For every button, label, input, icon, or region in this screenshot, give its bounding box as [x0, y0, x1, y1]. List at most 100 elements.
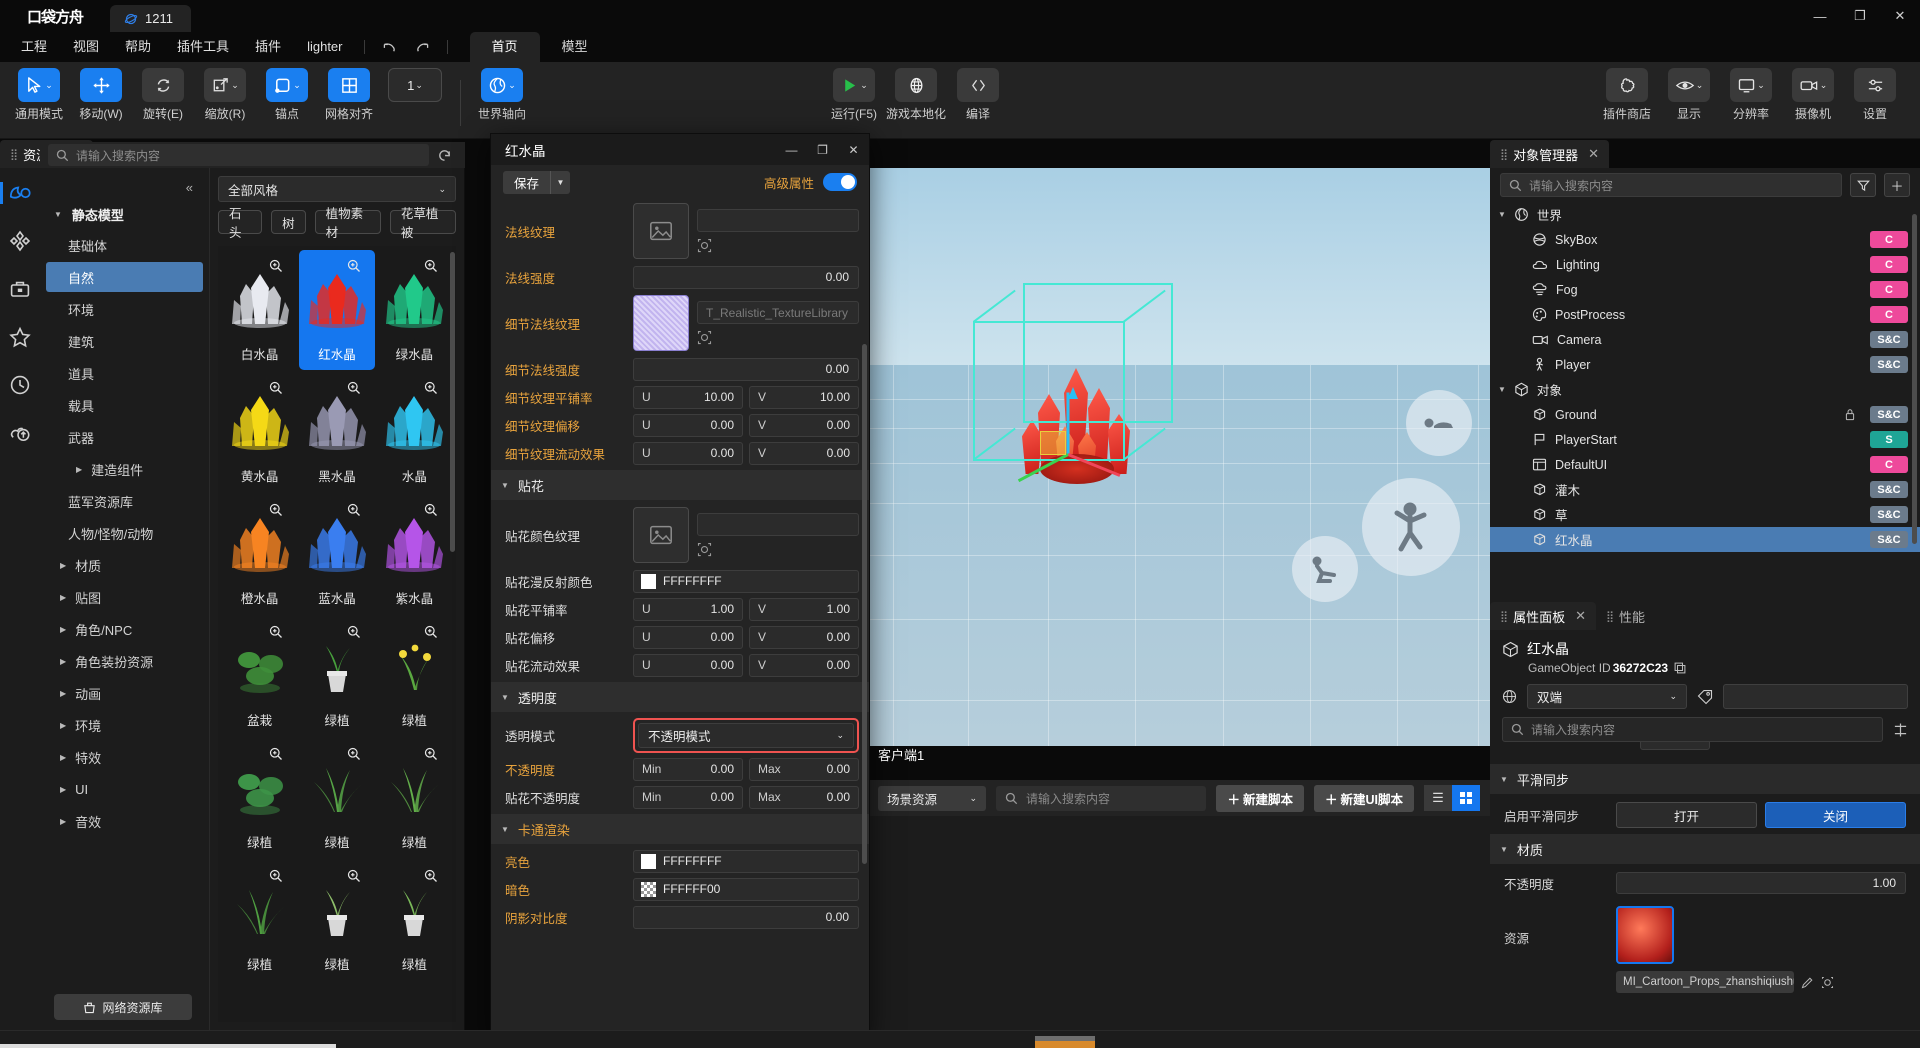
sort-icon[interactable] — [1893, 722, 1908, 738]
network-library-button[interactable]: 网络资源库 — [54, 994, 192, 1020]
tool-display[interactable]: ⌄ 显示 — [1658, 68, 1720, 122]
value-input[interactable]: 0.00 — [633, 265, 859, 289]
color-swatch[interactable] — [641, 853, 656, 869]
menu-item-help[interactable]: 帮助 — [112, 32, 164, 62]
color-swatch[interactable] — [641, 573, 656, 589]
tree-item-row[interactable]: SkyBox C — [1490, 227, 1920, 252]
tab-model[interactable]: 模型 — [540, 32, 610, 62]
texture-path[interactable]: T_Realistic_TextureLibrary — [697, 301, 859, 324]
tool-rotate[interactable]: 旋转(E) — [132, 68, 194, 122]
texture-picker-icon[interactable] — [697, 238, 859, 253]
rail-recent-icon[interactable] — [3, 368, 37, 402]
material-maximize-button[interactable]: ❐ — [807, 134, 838, 165]
value-input[interactable]: 0.00 — [633, 357, 859, 381]
tab-home[interactable]: 首页 — [469, 32, 540, 62]
asset-item[interactable]: 紫水晶 — [377, 494, 452, 614]
tool-move[interactable]: 移动(W) — [70, 68, 132, 122]
tool-compile[interactable]: 编译 — [947, 68, 1009, 122]
tab-property-panel[interactable]: ⣿ 属性面板 ✕ — [1490, 602, 1596, 630]
tool-localization[interactable]: 游戏本地化 — [885, 68, 947, 122]
tree-item-row[interactable]: PostProcess C — [1490, 302, 1920, 327]
tree-item-row[interactable]: Lighting C — [1490, 252, 1920, 277]
color-input[interactable]: FFFFFFFF — [633, 849, 859, 873]
rail-assets-icon[interactable] — [0, 176, 37, 210]
drag-handle-icon[interactable]: ⣿ — [1500, 148, 1508, 161]
category-item-13[interactable]: ▶ 角色装扮资源 — [46, 646, 203, 676]
asset-item[interactable]: 绿植 — [222, 860, 297, 980]
asset-item[interactable]: 绿植 — [377, 616, 452, 736]
texture-slot[interactable] — [633, 295, 689, 351]
u-input[interactable]: U 10.00 — [633, 385, 743, 409]
hud-jump-button[interactable] — [1362, 478, 1460, 576]
pencil-icon[interactable] — [1801, 976, 1814, 989]
chip-stone[interactable]: 石头 — [218, 207, 263, 240]
material-properties-list[interactable]: 法线纹理 法线强度 0.00 细节法线纹理 T_Realistic_TextureLib… — [491, 199, 869, 1037]
menu-item-plugin-tools[interactable]: 插件工具 — [164, 32, 242, 62]
asset-item[interactable]: 盆栽 — [222, 616, 297, 736]
section-smooth-sync[interactable]: ▼ 平滑同步 — [1490, 764, 1920, 794]
new-script-button[interactable]: ＋ 新建脚本 — [1216, 784, 1304, 812]
material-save-button[interactable]: 保存 — [503, 170, 551, 194]
category-item-18[interactable]: ▶ 音效 — [46, 806, 203, 836]
menu-item-view[interactable]: 视图 — [60, 32, 112, 62]
v-input[interactable]: V 10.00 — [749, 385, 859, 409]
color-swatch[interactable] — [641, 881, 656, 897]
tool-resolution[interactable]: ⌄ 分辨率 — [1720, 68, 1782, 122]
u-input[interactable]: U 0.00 — [633, 653, 743, 677]
chevron-down-icon[interactable]: ▼ — [1498, 210, 1506, 219]
asset-item[interactable]: 绿植 — [299, 860, 374, 980]
close-icon[interactable]: ✕ — [1585, 146, 1599, 162]
object-manager-search-input[interactable]: 请输入搜索内容 — [1500, 173, 1842, 197]
value-input[interactable]: 0.00 — [633, 905, 859, 929]
rail-upload-icon[interactable] — [3, 416, 37, 450]
asset-item[interactable]: 绿植 — [377, 860, 452, 980]
tree-item-row[interactable]: DefaultUI C — [1490, 452, 1920, 477]
max-input[interactable]: Max 0.00 — [749, 785, 859, 809]
category-item-10[interactable]: ▶ 材质 — [46, 550, 203, 580]
grid-step-stepper[interactable]: 1 ⌄ — [380, 68, 450, 102]
asset-grid-scrollbar[interactable] — [450, 252, 455, 552]
category-item-14[interactable]: ▶ 动画 — [46, 678, 203, 708]
property-search-input[interactable]: 请输入搜索内容 — [1502, 717, 1883, 742]
material-section-header[interactable]: ▼ 卡通渲染 — [491, 814, 869, 844]
material-thumbnail[interactable] — [1616, 906, 1674, 964]
material-dialog-scrollbar[interactable] — [862, 344, 867, 864]
texture-path[interactable] — [697, 513, 859, 536]
tool-camera[interactable]: ⌄ 摄像机 — [1782, 68, 1844, 122]
undo-icon[interactable] — [373, 40, 406, 54]
scene-viewport[interactable] — [868, 168, 1490, 746]
menu-item-project[interactable]: 工程 — [8, 32, 60, 62]
asset-item[interactable]: 红水晶 — [299, 250, 375, 370]
chip-plant-material[interactable]: 植物素材 — [314, 207, 381, 240]
new-ui-script-button[interactable]: ＋ 新建UI脚本 — [1313, 784, 1414, 812]
material-save-dropdown[interactable]: ▼ — [550, 170, 571, 194]
texture-slot[interactable] — [633, 203, 689, 259]
tool-plugin-store[interactable]: 插件商店 — [1596, 68, 1658, 122]
texture-path[interactable] — [697, 209, 859, 232]
grid-view-icon[interactable] — [1452, 785, 1480, 811]
tool-grid-snap[interactable]: 网格对齐 — [318, 68, 380, 122]
close-button[interactable]: ✕ — [1880, 0, 1920, 32]
smooth-sync-off-button[interactable]: 关闭 — [1765, 802, 1906, 828]
asset-item[interactable]: 橙水晶 — [222, 494, 297, 614]
max-input[interactable]: Max 0.00 — [749, 757, 859, 781]
scene-assets-content[interactable] — [868, 816, 1490, 1030]
min-input[interactable]: Min 0.00 — [633, 785, 743, 809]
category-item-12[interactable]: ▶ 角色/NPC — [46, 614, 203, 644]
drag-handle-icon[interactable]: ⣿ — [10, 148, 18, 161]
texture-picker-icon[interactable] — [697, 542, 859, 557]
category-item-7[interactable]: ▶ 建造组件 — [46, 454, 203, 484]
asset-item[interactable]: 绿植 — [222, 738, 297, 858]
category-item-6[interactable]: 武器 — [46, 422, 203, 452]
list-view-icon[interactable]: ☰ — [1424, 785, 1452, 811]
scene-assets-search-input[interactable]: 请输入搜索内容 — [996, 785, 1207, 811]
category-item-1[interactable]: 自然 — [46, 262, 203, 292]
material-minimize-button[interactable]: — — [776, 134, 807, 165]
asset-grid-wrapper[interactable]: 白水晶 红水晶 绿水晶 黄水晶 黑水晶 水晶 橙水晶 蓝水晶 紫水晶 盆栽 绿植 绿植 绿植 绿植 绿植 绿植… — [218, 246, 456, 1022]
u-input[interactable]: U 0.00 — [633, 413, 743, 437]
tool-scale[interactable]: ⌄ 缩放(R) — [194, 68, 256, 122]
tag-input[interactable] — [1723, 684, 1908, 709]
tool-general-mode[interactable]: ⌄ 通用模式 — [8, 68, 70, 122]
opacity-slider[interactable]: 1.00 — [1616, 872, 1906, 894]
category-item-0[interactable]: 基础体 — [46, 230, 203, 260]
